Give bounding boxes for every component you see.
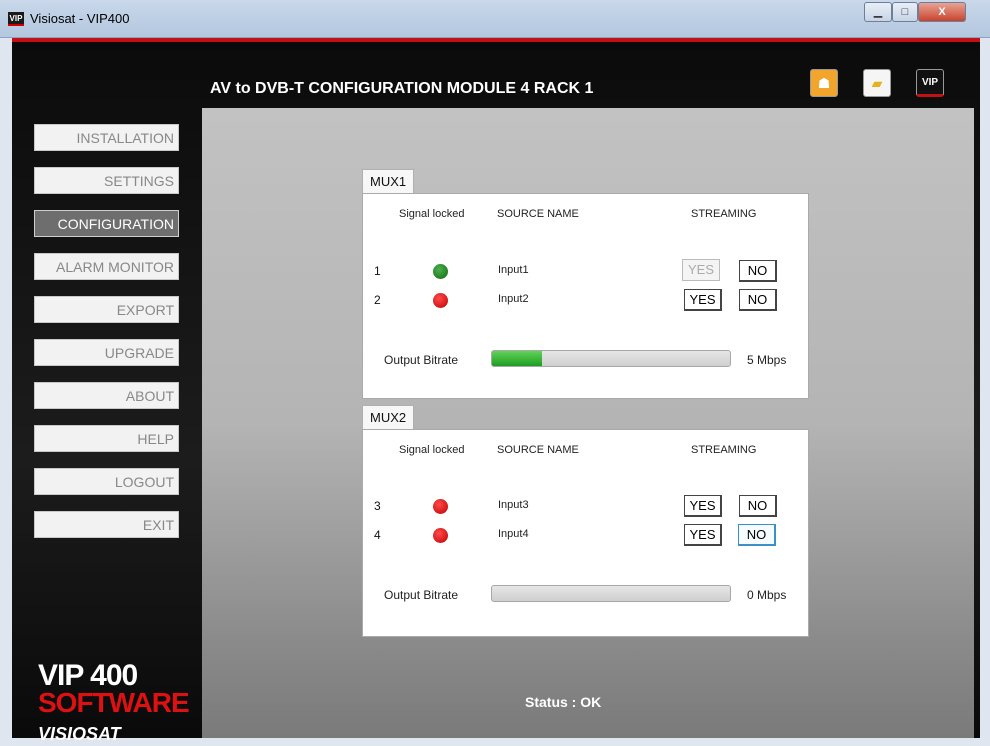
user-icon[interactable]: ☗: [810, 69, 838, 97]
window-title: Visiosat - VIP400: [30, 11, 130, 26]
maximize-icon[interactable]: □: [892, 2, 918, 22]
col-signal-locked: Signal locked: [399, 208, 465, 220]
bitrate-progress-fill: [492, 351, 542, 366]
source-name: Input1: [498, 264, 529, 276]
nav-alarm-monitor[interactable]: ALARM MONITOR: [34, 253, 179, 280]
col-source-name: SOURCE NAME: [497, 208, 579, 220]
col-source-name: SOURCE NAME: [497, 444, 579, 456]
nav-logout[interactable]: LOGOUT: [34, 468, 179, 495]
nav-upgrade[interactable]: UPGRADE: [34, 339, 179, 366]
window-titlebar: VIP Visiosat - VIP400 ▁ □ X: [0, 0, 990, 38]
yes-button[interactable]: YES: [684, 289, 722, 311]
nav-configuration[interactable]: CONFIGURATION: [34, 210, 179, 237]
bitrate-progress-bar: [491, 585, 731, 602]
mux1-panel: Signal locked SOURCE NAME STREAMING 1 In…: [362, 193, 809, 399]
logo-line-1: VIP 400: [38, 659, 138, 692]
output-bitrate-value: 5 Mbps: [747, 353, 787, 367]
row-number: 3: [374, 499, 381, 513]
yes-button[interactable]: YES: [684, 495, 722, 517]
nav-about[interactable]: ABOUT: [34, 382, 179, 409]
app-icon: VIP: [8, 12, 24, 26]
signal-led-icon: [433, 264, 448, 279]
mux2-panel: Signal locked SOURCE NAME STREAMING 3 In…: [362, 429, 809, 637]
vip-icon[interactable]: VIP: [916, 69, 944, 97]
no-button[interactable]: NO: [739, 495, 777, 517]
source-name: Input2: [498, 293, 529, 305]
page-title: AV to DVB-T CONFIGURATION MODULE 4 RACK …: [210, 80, 594, 97]
row-number: 2: [374, 293, 381, 307]
col-streaming: STREAMING: [691, 208, 757, 220]
output-bitrate-label: Output Bitrate: [384, 588, 459, 602]
yes-button[interactable]: YES: [682, 259, 720, 281]
nav-settings[interactable]: SETTINGS: [34, 167, 179, 194]
no-button[interactable]: NO: [739, 289, 777, 311]
row-number: 4: [374, 528, 381, 542]
logo-line-2: SOFTWARE: [38, 687, 190, 718]
source-name: Input3: [498, 499, 529, 511]
signal-led-icon: [433, 528, 448, 543]
content-area: MUX1 Signal locked SOURCE NAME STREAMING…: [202, 108, 974, 738]
logo-visiosat: VISIOSAT: [38, 724, 121, 744]
yes-button[interactable]: YES: [684, 524, 722, 546]
tab-mux2[interactable]: MUX2: [362, 405, 415, 429]
no-button[interactable]: NO: [739, 260, 777, 282]
status-text: Status : OK: [525, 694, 602, 710]
col-streaming: STREAMING: [691, 444, 757, 456]
minimize-icon[interactable]: ▁: [864, 2, 892, 22]
row-number: 1: [374, 264, 381, 278]
signal-led-icon: [433, 293, 448, 308]
output-bitrate-value: 0 Mbps: [747, 588, 787, 602]
nav-export[interactable]: EXPORT: [34, 296, 179, 323]
no-button[interactable]: NO: [738, 524, 776, 546]
nav-installation[interactable]: INSTALLATION: [34, 124, 179, 151]
tab-mux1[interactable]: MUX1: [362, 169, 415, 193]
col-signal-locked: Signal locked: [399, 444, 465, 456]
folder-icon[interactable]: ▰: [863, 69, 891, 97]
vip400-logo: VIP 400 SOFTWARE VISIOSAT: [38, 659, 190, 745]
signal-led-icon: [433, 499, 448, 514]
close-icon[interactable]: X: [918, 2, 966, 22]
nav-help[interactable]: HELP: [34, 425, 179, 452]
output-bitrate-label: Output Bitrate: [384, 353, 459, 367]
source-name: Input4: [498, 528, 529, 540]
app-window: AV to DVB-T CONFIGURATION MODULE 4 RACK …: [12, 38, 980, 744]
nav-exit[interactable]: EXIT: [34, 511, 179, 538]
bitrate-progress-bar: [491, 350, 731, 367]
